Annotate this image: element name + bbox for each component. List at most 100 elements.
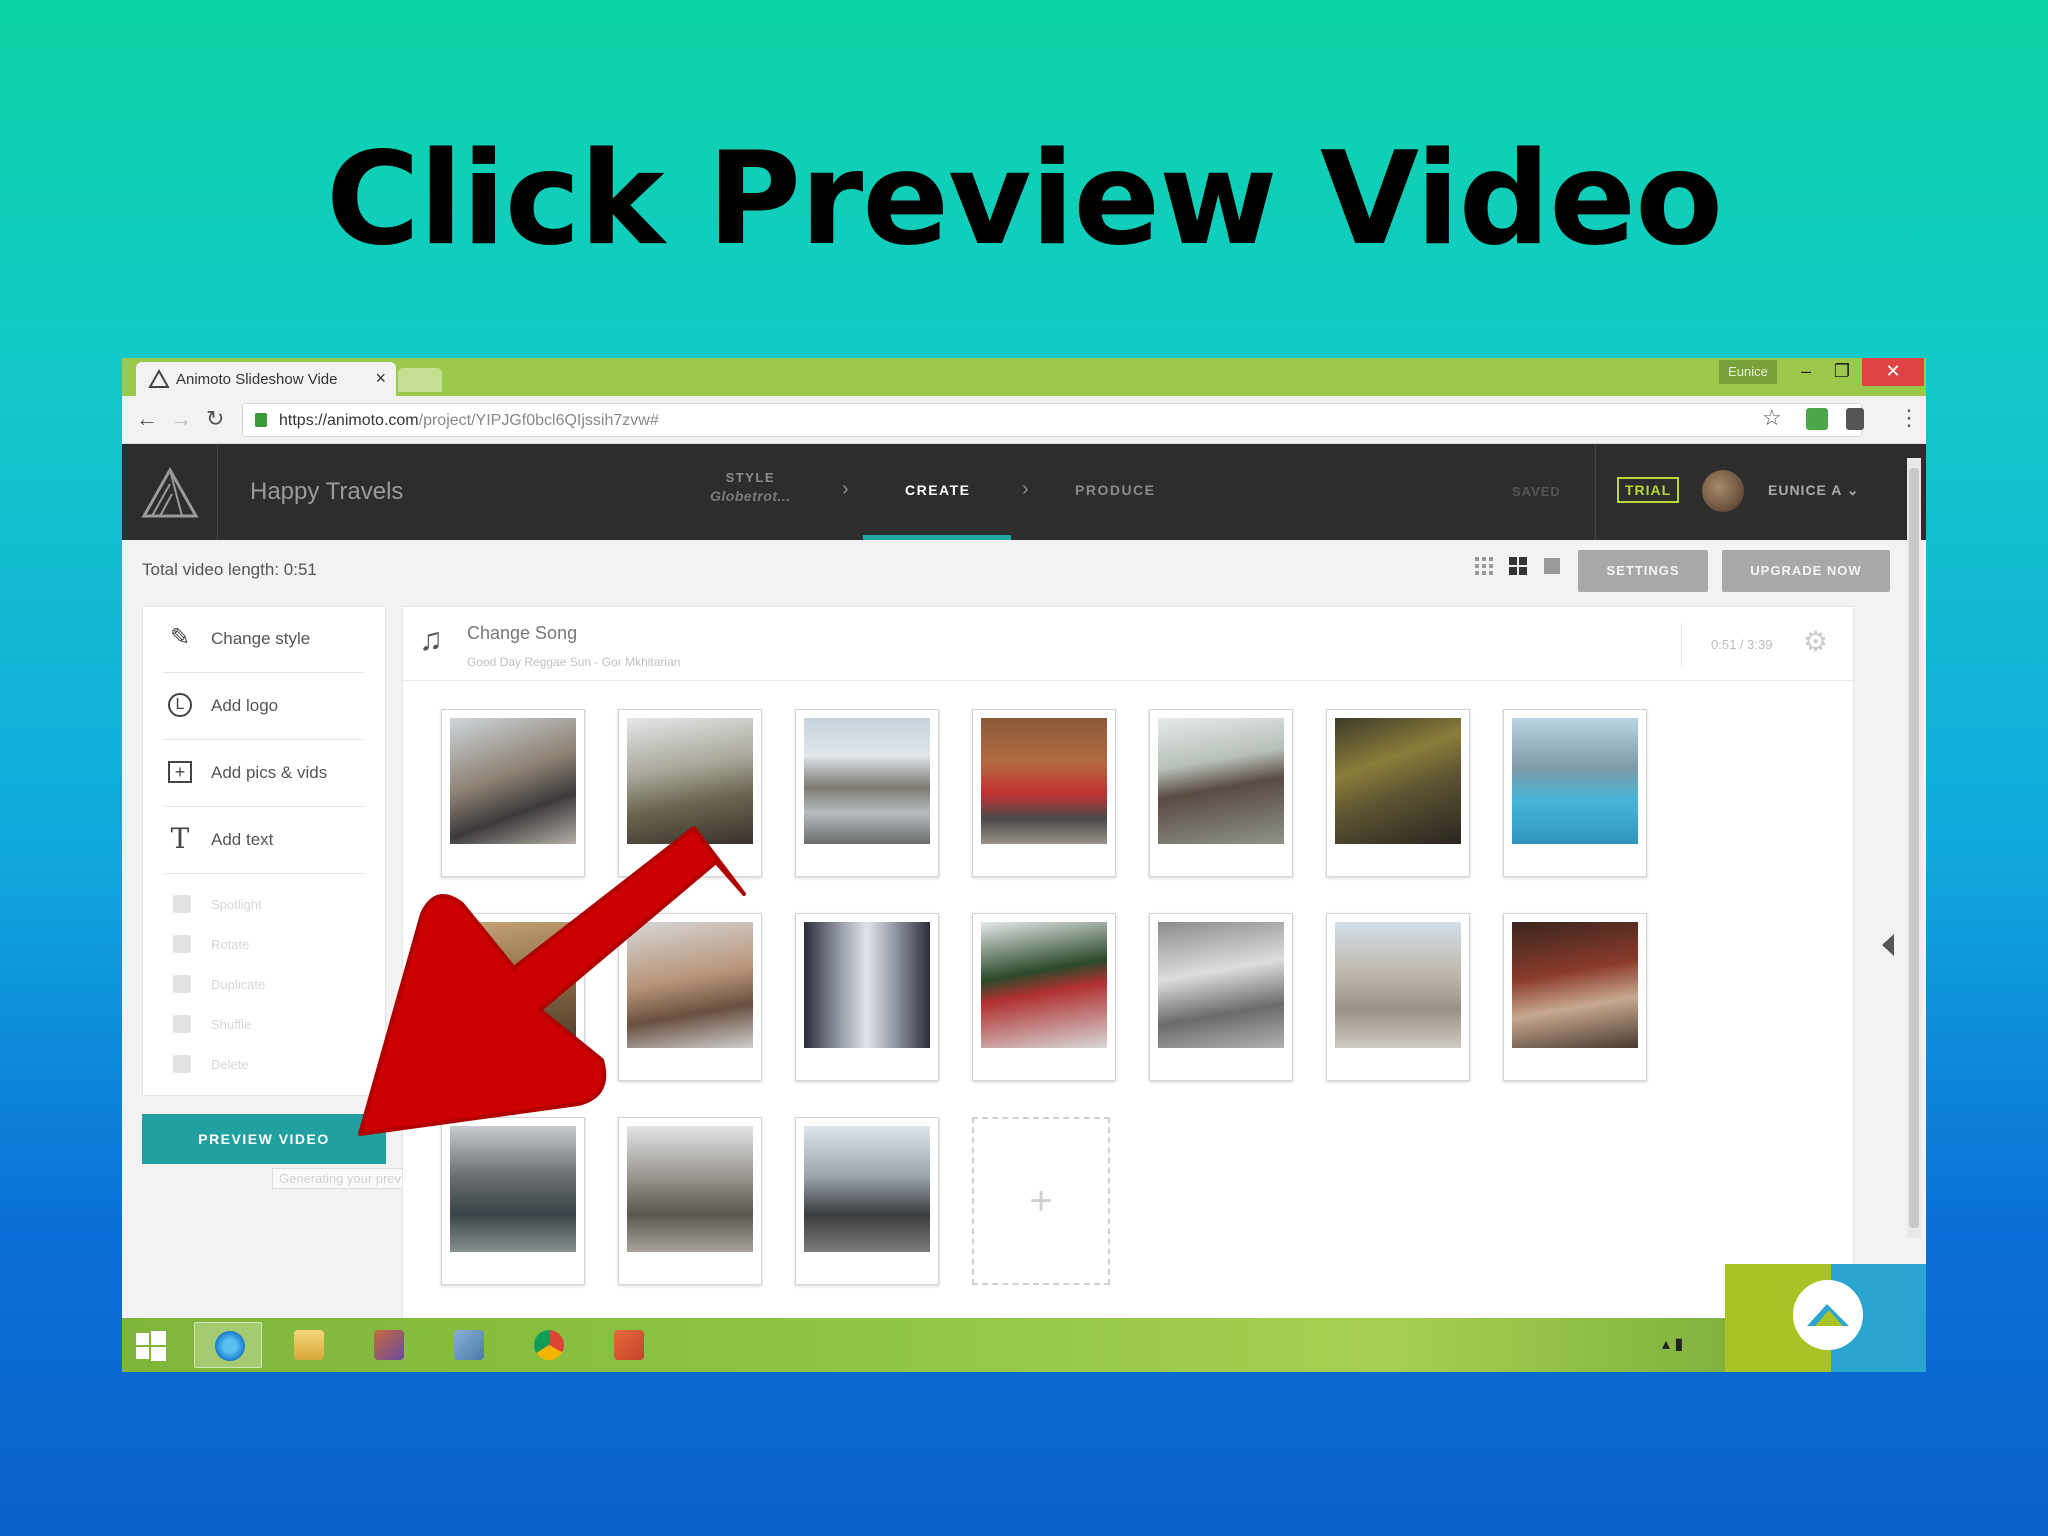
photo-thumbnail[interactable] [795, 913, 939, 1081]
step-produce[interactable]: PRODUCE [1075, 482, 1156, 498]
grid-small-view-icon[interactable] [1474, 556, 1494, 576]
photo [1335, 922, 1461, 1048]
forward-icon[interactable]: → [170, 406, 192, 432]
sidebar-item-duplicate: Duplicate [163, 967, 363, 1005]
grid-large-view-icon[interactable] [1542, 556, 1562, 576]
animoto-logo-icon [141, 466, 199, 518]
sidebar-item-add-pics[interactable]: + Add pics & vids [163, 741, 363, 807]
scrollbar[interactable] [1907, 458, 1921, 1238]
brush-icon: ✎ [169, 624, 191, 651]
reload-icon[interactable]: ↻ [206, 406, 224, 432]
sidebar-item-spotlight: Spotlight [163, 887, 363, 925]
upgrade-now-button[interactable]: UPGRADE NOW [1722, 550, 1890, 592]
grid-medium-view-icon[interactable] [1508, 556, 1528, 576]
taskbar-powerpoint[interactable] [594, 1322, 662, 1368]
song-divider [1681, 623, 1682, 667]
photo-thumbnail[interactable] [441, 709, 585, 877]
photo-thumbnail[interactable] [1149, 709, 1293, 877]
photo-thumbnail[interactable] [618, 913, 762, 1081]
photo [450, 922, 576, 1048]
photo-thumbnail[interactable] [972, 913, 1116, 1081]
photo-thumbnail[interactable] [972, 709, 1116, 877]
menu-dots-icon[interactable]: ⋮ [1898, 405, 1920, 431]
photo [1512, 718, 1638, 844]
sidebar-item-add-logo[interactable]: L Add logo [163, 674, 363, 740]
browser-tab[interactable]: Animoto Slideshow Vide × [136, 362, 396, 396]
photo-thumbnail[interactable] [1326, 913, 1470, 1081]
photo-thumbnail[interactable] [441, 1117, 585, 1285]
song-row[interactable]: ♫ Change Song Good Day Reggae Sun - Gor … [403, 607, 1853, 681]
photo-thumbnail[interactable] [795, 709, 939, 877]
tab-close-icon[interactable]: × [375, 368, 386, 389]
header-divider [1595, 444, 1596, 540]
photo [627, 718, 753, 844]
taskbar-chrome[interactable] [514, 1322, 582, 1368]
chrome-icon [534, 1330, 564, 1360]
bookmark-star-icon[interactable]: ☆ [1762, 405, 1782, 431]
gear-icon[interactable]: ⚙ [1803, 625, 1828, 658]
photo [627, 922, 753, 1048]
photo [981, 718, 1107, 844]
preview-video-button[interactable]: PREVIEW VIDEO [142, 1114, 386, 1164]
duplicate-icon [173, 975, 191, 993]
url-host: https://animoto.com [279, 412, 419, 429]
text-icon: T [170, 822, 190, 855]
sidebar-item-change-style[interactable]: ✎ Change style [163, 607, 363, 673]
saved-status: SAVED [1512, 484, 1561, 499]
extension-icon[interactable] [1806, 408, 1828, 430]
photo [804, 1126, 930, 1252]
window-close-icon[interactable]: ✕ [1862, 358, 1924, 386]
collapse-panel-icon[interactable] [1882, 934, 1894, 956]
taskbar-file-explorer[interactable] [274, 1322, 342, 1368]
photo-thumbnail[interactable] [618, 709, 762, 877]
taskbar-internet-explorer[interactable] [194, 1322, 262, 1368]
taskbar-app-4[interactable] [434, 1322, 502, 1368]
step-style[interactable]: STYLE Globetrot... [710, 470, 791, 504]
sidebar-item-label: Spotlight [211, 897, 262, 912]
taskbar-app-3[interactable] [354, 1322, 422, 1368]
sidebar-item-add-text[interactable]: T Add text [163, 808, 363, 874]
step-create[interactable]: CREATE [905, 482, 971, 498]
trial-badge[interactable]: TRIAL [1617, 477, 1680, 503]
mountain-logo-icon [1807, 1304, 1849, 1326]
photo-thumbnail[interactable] [1503, 913, 1647, 1081]
photo-thumbnail[interactable] [1503, 709, 1647, 877]
app-icon [374, 1330, 404, 1360]
restore-icon[interactable]: ❐ [1822, 358, 1862, 386]
photo-thumbnail[interactable] [1326, 709, 1470, 877]
change-song-link[interactable]: Change Song [467, 623, 577, 644]
photo-thumbnail[interactable] [618, 1117, 762, 1285]
sidebar-item-rotate: Rotate [163, 927, 363, 965]
sidebar-item-label: Add text [211, 830, 274, 849]
avatar[interactable] [1702, 470, 1744, 512]
tray-icons[interactable]: ▴ ▮ [1662, 1334, 1683, 1354]
animoto-logo[interactable] [122, 444, 218, 540]
project-title[interactable]: Happy Travels [250, 478, 403, 506]
powerpoint-icon [614, 1330, 644, 1360]
new-tab-button[interactable] [398, 368, 442, 392]
minimize-icon[interactable]: – [1786, 358, 1826, 386]
photo-thumbnail[interactable] [441, 913, 585, 1081]
photo [627, 1126, 753, 1252]
settings-button[interactable]: SETTINGS [1578, 550, 1708, 592]
url-input[interactable]: https://animoto.com/project/YIPJGf0bcl6Q… [242, 403, 1862, 437]
photo [1158, 718, 1284, 844]
windows-start-icon[interactable] [136, 1331, 166, 1361]
sidebar-item-label: Change style [211, 629, 311, 648]
song-time: 0:51 / 3:39 [1711, 637, 1773, 652]
photo-thumbnail[interactable] [1149, 913, 1293, 1081]
extension-2-icon[interactable] [1846, 408, 1864, 430]
scrollbar-thumb[interactable] [1909, 468, 1919, 1228]
photo-thumbnail[interactable] [795, 1117, 939, 1285]
user-menu[interactable]: EUNICE A ⌄ [1768, 482, 1859, 499]
back-icon[interactable]: ← [136, 406, 158, 432]
ie-icon [215, 1331, 245, 1361]
step-style-value: Globetrot... [710, 488, 791, 504]
active-step-indicator [863, 535, 1011, 540]
photo [1335, 718, 1461, 844]
sidebar-item-label: Rotate [211, 937, 250, 952]
add-photo-placeholder[interactable]: + [972, 1117, 1110, 1285]
sidebar: ✎ Change style L Add logo + Add pics & v… [142, 606, 386, 1096]
shuffle-icon [173, 1015, 191, 1033]
tab-title: Animoto Slideshow Vide [176, 371, 338, 388]
